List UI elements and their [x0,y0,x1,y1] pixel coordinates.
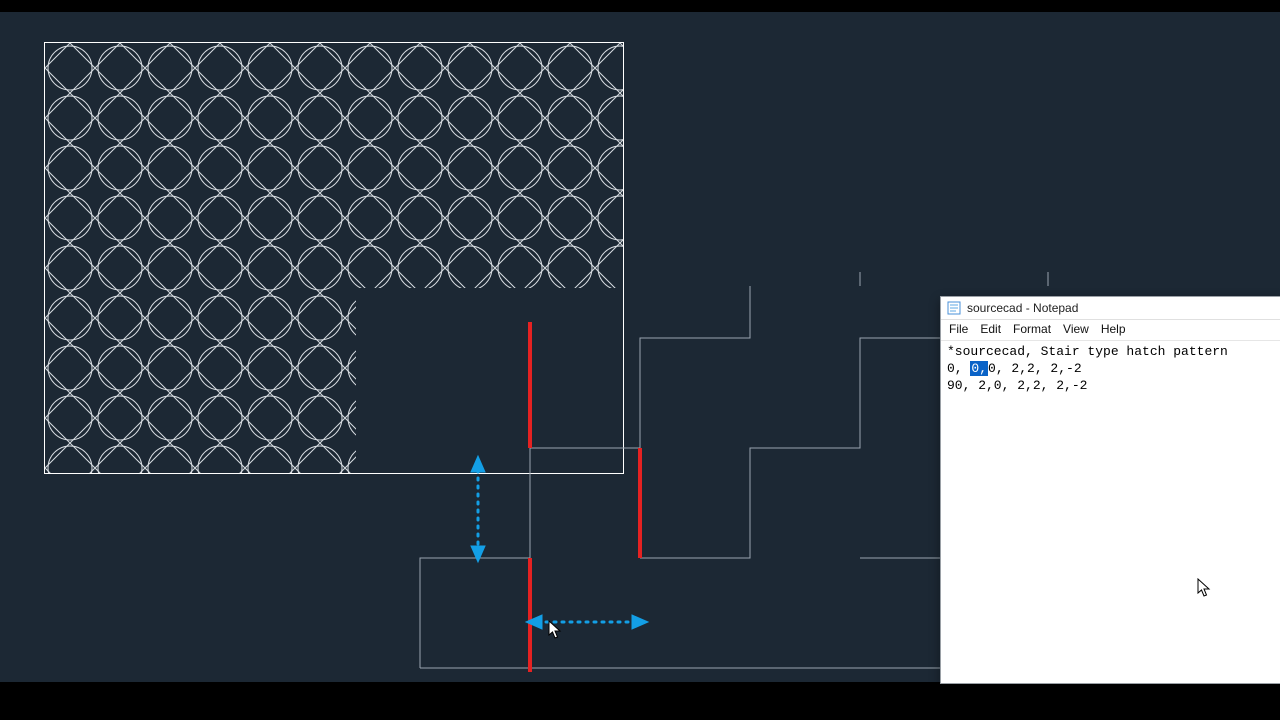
notepad-menubar[interactable]: File Edit Format View Help [941,320,1280,341]
menu-help[interactable]: Help [1101,322,1126,336]
notepad-titlebar[interactable]: sourcecad - Notepad [941,297,1280,320]
menu-view[interactable]: View [1063,322,1089,336]
pat-line3: 90, 2,0, 2,2, 2,-2 [947,378,1087,393]
pat-line2-selection: 0, [970,361,988,376]
notepad-app-icon [947,301,961,315]
notepad-title-text: sourcecad - Notepad [967,301,1078,315]
notepad-textarea[interactable]: *sourcecad, Stair type hatch pattern 0, … [941,341,1280,396]
pat-line1: *sourcecad, Stair type hatch pattern [947,344,1228,359]
menu-file[interactable]: File [949,322,968,336]
pat-line2-pre: 0, [947,361,970,376]
pat-line2-post: 0, 2,2, 2,-2 [988,361,1082,376]
menu-edit[interactable]: Edit [980,322,1001,336]
menu-format[interactable]: Format [1013,322,1051,336]
notepad-window[interactable]: sourcecad - Notepad File Edit Format Vie… [940,296,1280,684]
